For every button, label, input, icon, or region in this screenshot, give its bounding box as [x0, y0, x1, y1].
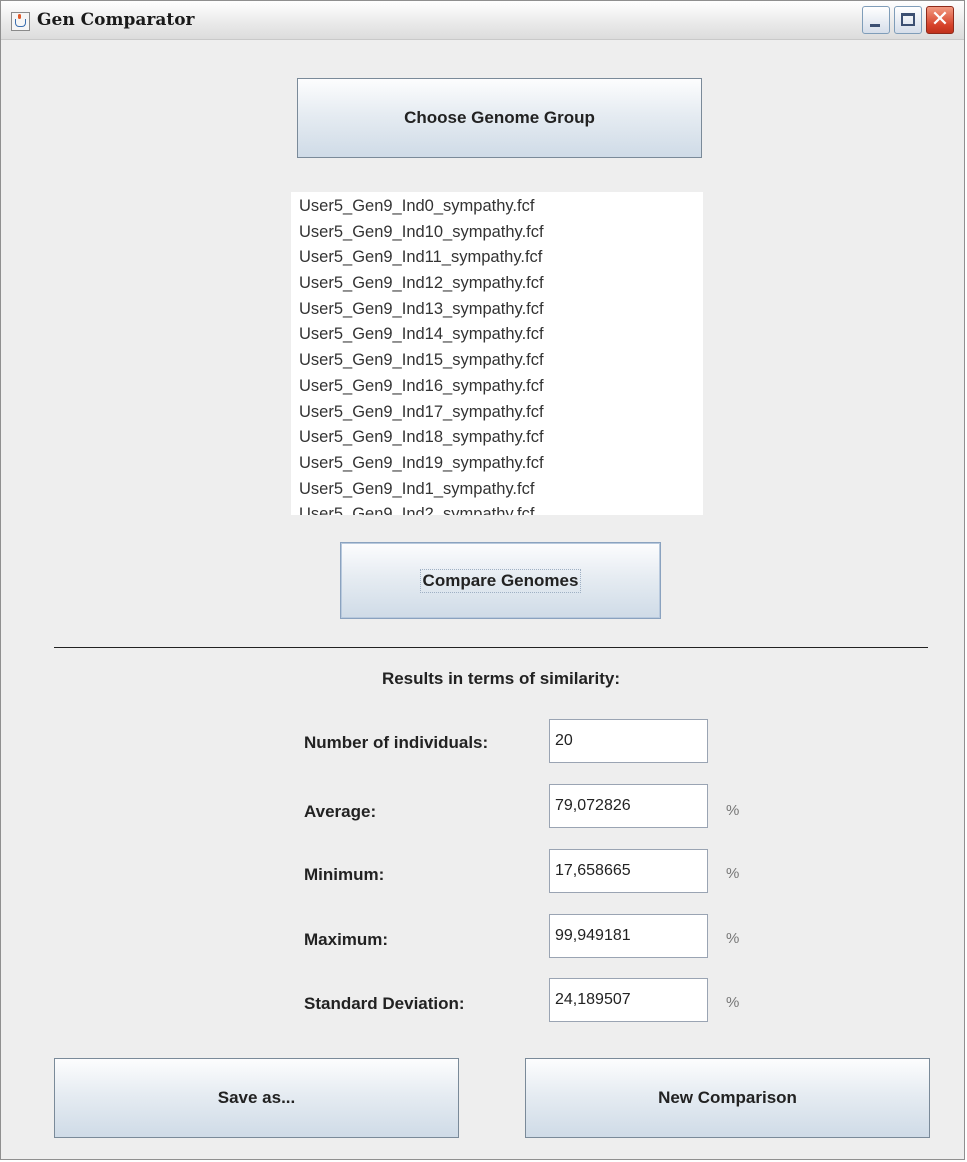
list-item[interactable]: User5_Gen9_Ind0_sympathy.fcf — [291, 194, 703, 220]
window-title: Gen Comparator — [37, 10, 195, 30]
maximum-field[interactable]: 99,949181 — [549, 914, 708, 958]
java-app-icon — [11, 12, 30, 31]
gen-comparator-window: Gen Comparator ✕ Choose Genome Group Use… — [0, 0, 965, 1160]
average-field[interactable]: 79,072826 — [549, 784, 708, 828]
new-comparison-label: New Comparison — [658, 1088, 797, 1107]
genome-file-list[interactable]: User5_Gen9_Ind0_sympathy.fcf User5_Gen9_… — [291, 192, 703, 515]
average-unit: % — [726, 802, 740, 819]
compare-genomes-label: Compare Genomes — [419, 568, 582, 593]
list-item[interactable]: User5_Gen9_Ind1_sympathy.fcf — [291, 477, 703, 503]
number-of-individuals-field[interactable]: 20 — [549, 719, 708, 763]
standard-deviation-unit: % — [726, 994, 740, 1011]
minimize-icon — [870, 24, 880, 27]
average-label: Average: — [304, 802, 377, 821]
list-item[interactable]: User5_Gen9_Ind19_sympathy.fcf — [291, 451, 703, 477]
compare-genomes-button[interactable]: Compare Genomes — [340, 542, 661, 619]
list-item[interactable]: User5_Gen9_Ind17_sympathy.fcf — [291, 400, 703, 426]
list-item[interactable]: User5_Gen9_Ind10_sympathy.fcf — [291, 220, 703, 246]
number-of-individuals-label: Number of individuals: — [304, 733, 489, 752]
separator — [54, 647, 928, 648]
save-as-label: Save as... — [217, 1088, 296, 1107]
list-item[interactable]: User5_Gen9_Ind13_sympathy.fcf — [291, 297, 703, 323]
close-button[interactable]: ✕ — [926, 6, 954, 34]
save-as-button[interactable]: Save as... — [54, 1058, 459, 1138]
list-item[interactable]: User5_Gen9_Ind16_sympathy.fcf — [291, 374, 703, 400]
close-icon: ✕ — [930, 7, 950, 32]
list-item[interactable]: User5_Gen9_Ind11_sympathy.fcf — [291, 245, 703, 271]
title-bar[interactable]: Gen Comparator ✕ — [1, 1, 964, 40]
maximize-icon — [901, 13, 915, 26]
list-item[interactable]: User5_Gen9_Ind12_sympathy.fcf — [291, 271, 703, 297]
results-title: Results in terms of similarity: — [381, 669, 621, 688]
new-comparison-button[interactable]: New Comparison — [525, 1058, 930, 1138]
maximize-button[interactable] — [894, 6, 922, 34]
maximum-unit: % — [726, 930, 740, 947]
minimize-button[interactable] — [862, 6, 890, 34]
list-item[interactable]: User5_Gen9_Ind18_sympathy.fcf — [291, 425, 703, 451]
minimum-field[interactable]: 17,658665 — [549, 849, 708, 893]
list-item[interactable]: User5_Gen9_Ind2_sympathy.fcf — [291, 502, 703, 515]
list-item[interactable]: User5_Gen9_Ind14_sympathy.fcf — [291, 322, 703, 348]
minimum-unit: % — [726, 865, 740, 882]
standard-deviation-label: Standard Deviation: — [304, 994, 465, 1013]
standard-deviation-field[interactable]: 24,189507 — [549, 978, 708, 1022]
choose-genome-group-button[interactable]: Choose Genome Group — [297, 78, 702, 158]
choose-genome-group-label: Choose Genome Group — [404, 108, 595, 127]
maximum-label: Maximum: — [304, 930, 389, 949]
list-item[interactable]: User5_Gen9_Ind15_sympathy.fcf — [291, 348, 703, 374]
minimum-label: Minimum: — [304, 865, 385, 884]
